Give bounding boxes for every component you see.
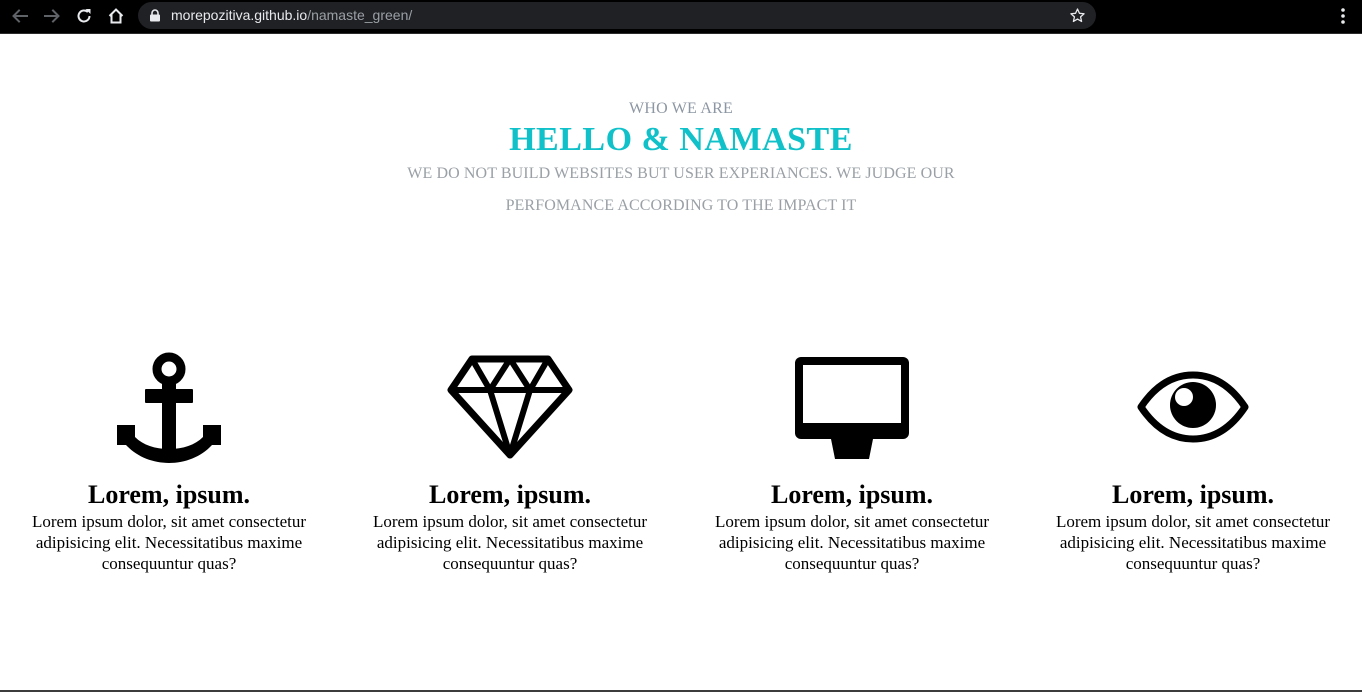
feature-description: Lorem ipsum dolor, sit amet consectetur … <box>372 512 648 573</box>
feature-title: Lorem, ipsum. <box>87 480 251 509</box>
feature-title: Lorem, ipsum. <box>1111 480 1275 509</box>
feature-card: Lorem, ipsum. Lorem ipsum dolor, sit ame… <box>697 344 1007 574</box>
feature-title: Lorem, ipsum. <box>428 480 592 509</box>
anchor-icon <box>104 344 234 469</box>
tagline: WE DO NOT BUILD WEBSITES BUT USER EXPERI… <box>407 165 955 214</box>
feature-description: Lorem ipsum dolor, sit amet consectetur … <box>714 512 990 573</box>
kebab-menu-icon[interactable] <box>1333 5 1353 27</box>
features-row: Lorem, ipsum. Lorem ipsum dolor, sit ame… <box>0 344 1362 584</box>
feature-card: Lorem, ipsum. Lorem ipsum dolor, sit ame… <box>1038 344 1348 574</box>
eye-icon <box>1128 344 1258 469</box>
page-headline: HELLO & NAMASTE <box>509 121 853 158</box>
url-domain: morepozitiva.github.io <box>171 7 308 23</box>
bookmark-star-icon[interactable] <box>1069 7 1086 24</box>
forward-icon[interactable] <box>40 4 64 28</box>
feature-description: Lorem ipsum dolor, sit amet consectetur … <box>1055 512 1331 573</box>
diamond-icon <box>445 344 575 469</box>
back-icon[interactable] <box>8 4 32 28</box>
feature-card: Lorem, ipsum. Lorem ipsum dolor, sit ame… <box>355 344 665 574</box>
lock-icon <box>150 9 160 22</box>
feature-card: Lorem, ipsum. Lorem ipsum dolor, sit ame… <box>14 344 324 574</box>
address-bar[interactable]: morepozitiva.github.io/namaste_green/ <box>138 2 1096 29</box>
feature-description: Lorem ipsum dolor, sit amet consectetur … <box>31 512 307 573</box>
browser-toolbar: morepozitiva.github.io/namaste_green/ <box>0 0 1362 34</box>
feature-title: Lorem, ipsum. <box>770 480 934 509</box>
section-eyebrow: WHO WE ARE <box>629 100 733 117</box>
url-text[interactable]: morepozitiva.github.io/namaste_green/ <box>171 7 412 24</box>
reload-icon[interactable] <box>72 4 96 28</box>
url-path: /namaste_green/ <box>307 7 413 23</box>
hero-section: WHO WE ARE HELLO & NAMASTE WE DO NOT BUI… <box>0 98 1362 222</box>
home-icon[interactable] <box>104 4 128 28</box>
desktop-monitor-icon <box>787 344 917 469</box>
